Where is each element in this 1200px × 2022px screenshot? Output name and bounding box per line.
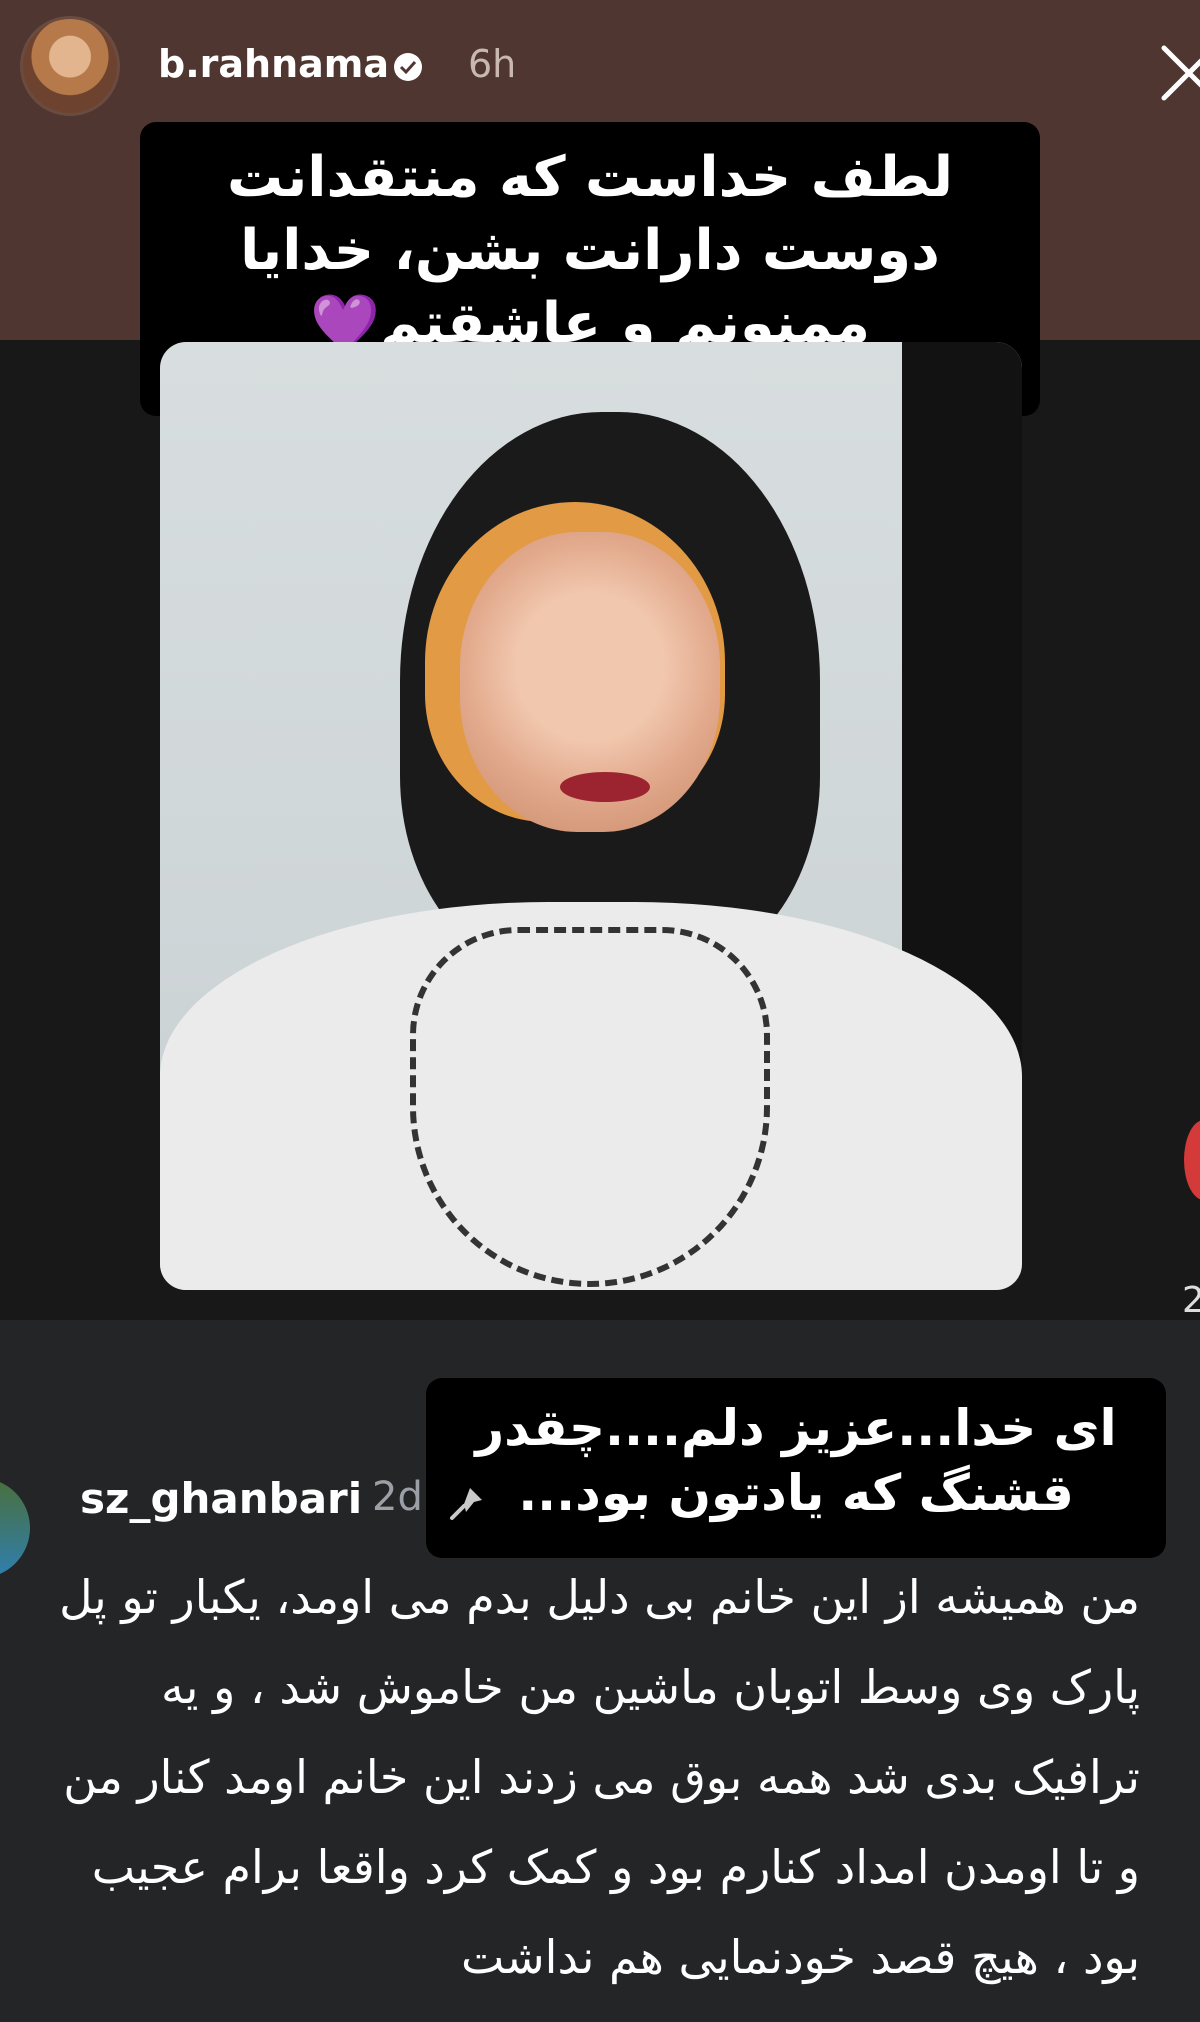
photo-lips: [560, 772, 650, 802]
story-photo: [160, 342, 1022, 1290]
comment-username[interactable]: sz_ghanbari: [80, 1474, 362, 1523]
verified-badge-icon: [394, 53, 422, 81]
close-icon[interactable]: [1158, 42, 1200, 104]
comment-text: من همیشه از این خانم بی دلیل بدم می اومد…: [59, 1570, 1140, 1984]
story-username[interactable]: b.rahnama: [158, 42, 389, 86]
side-indicator-count: 2: [1182, 1280, 1200, 1321]
story-time: 6h: [468, 42, 517, 86]
overlay-caption: ای خدا...عزیز دلم....چقدر قشنگ که یادتون…: [426, 1378, 1166, 1558]
photo-embroidery: [410, 927, 770, 1287]
profile-avatar[interactable]: [20, 16, 120, 116]
story-header: b.rahnama 6h: [20, 12, 1200, 116]
comment-time: 2d: [372, 1474, 423, 1520]
pin-icon: [450, 1488, 482, 1520]
